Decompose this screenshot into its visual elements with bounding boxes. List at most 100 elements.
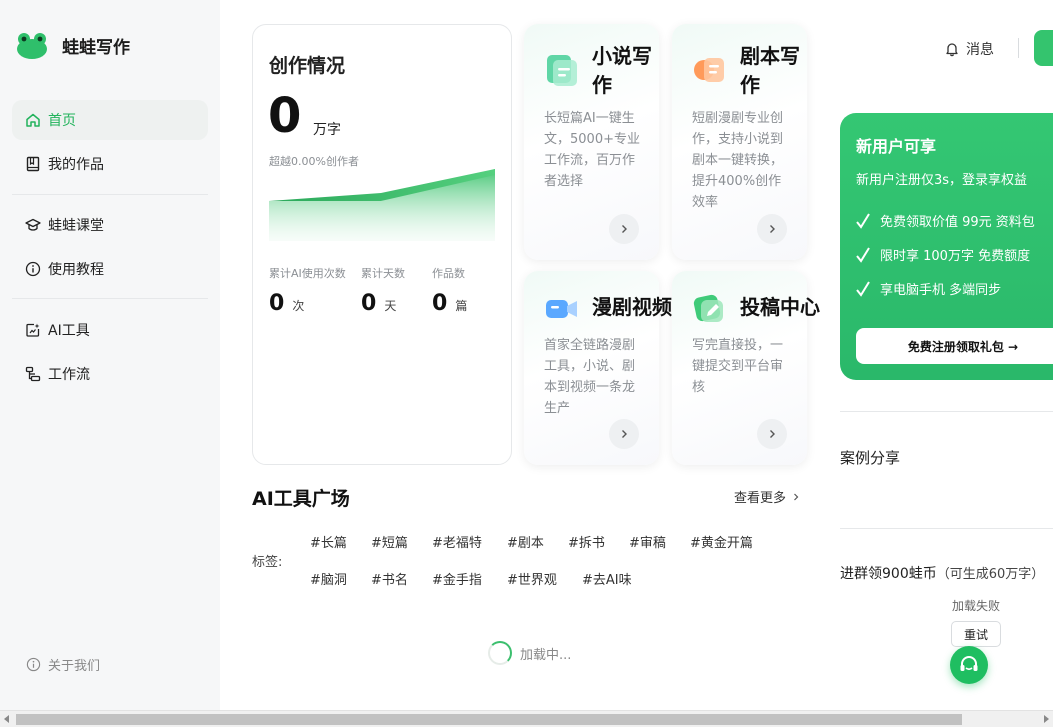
sidebar-item-home[interactable]: 首页 — [12, 100, 208, 140]
about-us-link[interactable]: 关于我们 — [25, 655, 100, 674]
headset-icon — [960, 656, 978, 671]
scroll-left-arrow-icon[interactable] — [4, 715, 9, 723]
sidebar-item-label: 使用教程 — [48, 262, 104, 278]
tags-label: 标签: — [252, 555, 283, 570]
promo-benefit: 享电脑手机 多端同步 — [856, 279, 1001, 298]
customer-service-button[interactable] — [950, 646, 988, 684]
divider — [1018, 38, 1019, 58]
login-button[interactable] — [1034, 30, 1053, 66]
metric-label: 作品数 — [432, 267, 465, 280]
feature-desc: 长短篇AI一键生文，5000+专业工作流，百万作者选择 — [544, 111, 640, 189]
sidebar-item-label: AI工具 — [48, 323, 90, 339]
tag-long[interactable]: #长篇 — [310, 532, 347, 551]
sidebar-item-my-works[interactable]: 我的作品 — [12, 144, 208, 184]
promo-benefit-text: 限时享 100万字 免费额度 — [880, 249, 1031, 264]
retry-button[interactable]: 重试 — [951, 621, 1001, 647]
metric-works: 作品数 0 篇 — [432, 265, 467, 316]
promo-benefit: 免费领取价值 99元 资料包 — [856, 211, 1035, 230]
tag-golden-finger[interactable]: #金手指 — [432, 569, 482, 588]
tag-brainstorm[interactable]: #脑洞 — [310, 569, 347, 588]
check-icon — [856, 280, 870, 297]
promo-benefit: 限时享 100万字 免费额度 — [856, 245, 1030, 264]
video-camera-icon — [544, 291, 580, 327]
tag-worldview[interactable]: #世界观 — [507, 569, 557, 588]
graduation-cap-icon — [25, 217, 41, 233]
tag-remove-ai-tone[interactable]: #去AI味 — [582, 569, 632, 588]
metric-ai-usage: 累计AI使用次数 0 次 — [269, 265, 346, 316]
total-words-unit: 万字 — [313, 122, 341, 138]
divider — [840, 528, 1053, 529]
tag-short[interactable]: #短篇 — [371, 532, 408, 551]
app-name: 蛙蛙写作 — [62, 37, 130, 58]
ai-tools-title: AI工具广场 — [252, 488, 350, 510]
feature-desc: 短剧漫剧专业创作，支持小说到剧本一键转换，提升400%创作效率 — [692, 111, 784, 210]
about-label: 关于我们 — [48, 659, 101, 674]
chevron-right-icon[interactable] — [757, 419, 787, 449]
join-group-note: （可生成60万字） — [936, 567, 1045, 582]
promo-benefit-text: 免费领取价值 99元 资料包 — [880, 215, 1035, 230]
sidebar-item-ai-tools[interactable]: AI工具 — [12, 310, 208, 350]
feature-card-video[interactable]: 漫剧视频 首家全链路漫剧工具，小说、剧本到视频一条龙生产 — [524, 271, 672, 465]
chevron-right-icon[interactable] — [757, 214, 787, 244]
metric-unit: 次 — [292, 299, 305, 313]
register-gift-button[interactable]: 免费注册领取礼包 → — [856, 328, 1053, 364]
info-circle-icon — [25, 657, 41, 673]
workflow-icon — [25, 366, 41, 382]
spinner-icon — [488, 641, 512, 665]
script-icon — [692, 52, 728, 88]
sidebar-item-workflow[interactable]: 工作流 — [12, 354, 208, 394]
novel-icon — [544, 52, 580, 88]
messages-button[interactable]: 消息 — [944, 39, 994, 59]
metric-value: 0 — [361, 291, 377, 316]
feature-card-submit[interactable]: 投稿中心 写完直接投，一键提交到平台审核 — [672, 271, 820, 465]
tag-golden-opening[interactable]: #黄金开篇 — [690, 532, 753, 551]
loading-text: 加载中... — [520, 647, 572, 663]
tag-script[interactable]: #剧本 — [507, 532, 544, 551]
logo[interactable]: 蛙蛙写作 — [16, 30, 130, 60]
tag-book-breakdown[interactable]: #拆书 — [568, 532, 605, 551]
tag-lofter[interactable]: #老福特 — [432, 532, 482, 551]
horizontal-scrollbar[interactable] — [0, 710, 1053, 727]
promo-subtitle: 新用户注册仅3s，登录享权益 — [856, 173, 1028, 188]
case-share-title: 案例分享 — [840, 449, 901, 467]
check-icon — [856, 246, 870, 263]
sidebar-item-classroom[interactable]: 蛙蛙课堂 — [12, 205, 208, 245]
feature-card-script[interactable]: 剧本写作 短剧漫剧专业创作，支持小说到剧本一键转换，提升400%创作效率 — [672, 24, 807, 260]
frog-logo-icon — [16, 30, 48, 60]
growth-chart — [269, 167, 497, 241]
new-user-promo-card: 新用户可享 新用户注册仅3s，登录享权益 免费领取价值 99元 资料包 限时享 … — [840, 113, 1053, 380]
metric-label: 累计AI使用次数 — [269, 267, 346, 280]
load-failed-text: 加载失败 — [952, 599, 1001, 613]
sidebar-item-label: 蛙蛙课堂 — [48, 218, 104, 234]
tag-review[interactable]: #审稿 — [629, 532, 666, 551]
feature-desc: 写完直接投，一键提交到平台审核 — [692, 338, 784, 395]
scrollbar-thumb[interactable] — [16, 714, 962, 725]
bell-icon — [946, 43, 958, 57]
sidebar-item-label: 首页 — [48, 113, 76, 129]
feature-desc: 首家全链路漫剧工具，小说、剧本到视频一条龙生产 — [544, 338, 636, 416]
submit-pen-icon — [692, 291, 728, 327]
sidebar-item-label: 工作流 — [48, 367, 90, 383]
see-more-link[interactable]: 查看更多 — [734, 487, 800, 506]
sidebar: 蛙蛙写作 首页 我的作品 蛙蛙课堂 使用教程 AI工具 工作流 关于我们 — [0, 0, 220, 710]
feature-title: 剧本写作 — [740, 44, 800, 97]
divider — [12, 298, 208, 299]
chevron-right-icon[interactable] — [609, 214, 639, 244]
sidebar-item-tutorial[interactable]: 使用教程 — [12, 249, 208, 289]
join-group-text: 进群领900蛙币 — [840, 566, 937, 582]
info-circle-icon — [25, 261, 41, 277]
sidebar-item-label: 我的作品 — [48, 157, 104, 173]
metric-unit: 篇 — [455, 299, 468, 313]
join-group-title: 进群领900蛙币（可生成60万字） — [840, 563, 1044, 583]
feature-card-novel[interactable]: 小说写作 长短篇AI一键生文，5000+专业工作流，百万作者选择 — [524, 24, 659, 260]
messages-label: 消息 — [966, 42, 994, 58]
home-icon — [25, 112, 41, 128]
see-more-label: 查看更多 — [734, 491, 787, 506]
promo-benefit-text: 享电脑手机 多端同步 — [880, 283, 1002, 298]
chevron-right-icon[interactable] — [609, 419, 639, 449]
divider — [840, 411, 1053, 412]
book-icon — [25, 156, 41, 172]
ai-tool-icon — [25, 322, 41, 338]
scroll-right-arrow-icon[interactable] — [1044, 715, 1049, 723]
tag-book-name[interactable]: #书名 — [371, 569, 408, 588]
